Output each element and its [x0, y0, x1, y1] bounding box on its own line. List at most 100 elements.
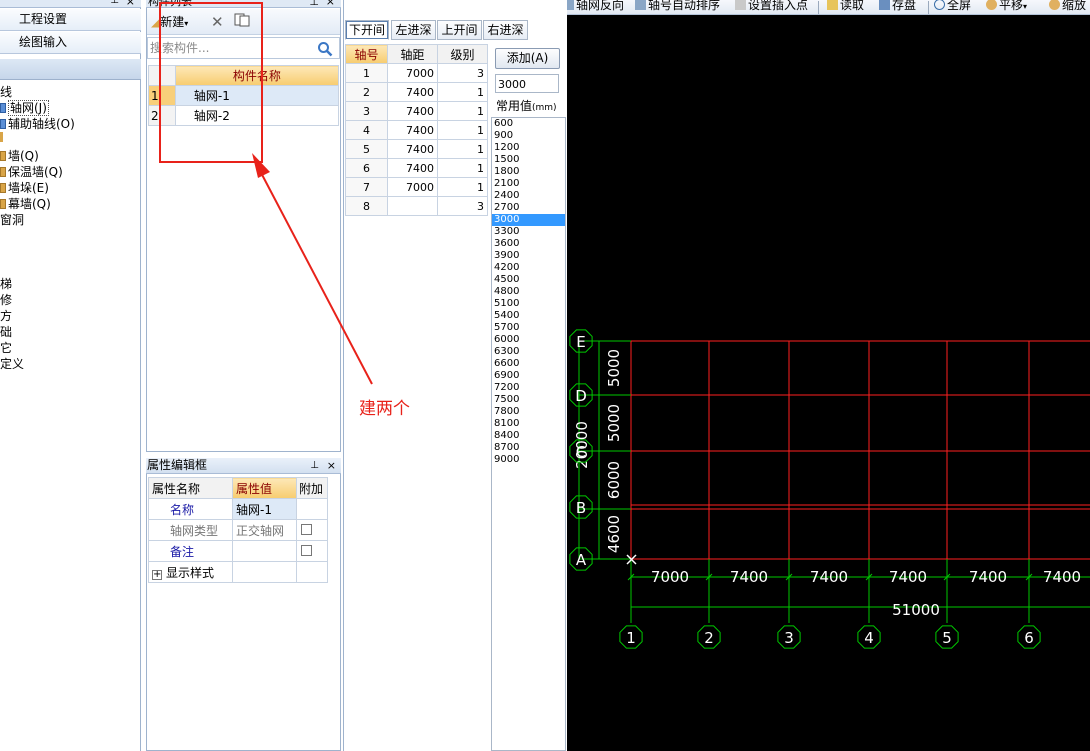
tab-left-depth[interactable]: 左进深 — [391, 20, 436, 40]
axis-no-cell[interactable]: 3 — [345, 101, 388, 121]
tree-item-wall[interactable]: 墙(Q) — [0, 148, 39, 164]
list-item[interactable]: 5100 — [492, 298, 565, 310]
list-item[interactable]: 8100 — [492, 418, 565, 430]
new-component-button[interactable]: ◢新建▾ — [151, 13, 188, 31]
copy-icon[interactable] — [234, 13, 250, 31]
checkbox[interactable] — [301, 524, 312, 535]
axis-no-cell[interactable]: 8 — [345, 196, 388, 216]
table-row[interactable]: 5 7400 1 — [345, 139, 488, 159]
tree-item-insulation-wall[interactable]: 保温墙(Q) — [0, 164, 63, 180]
list-item[interactable]: 7500 — [492, 394, 565, 406]
axis-level-cell[interactable]: 1 — [437, 177, 488, 197]
axis-distance-cell[interactable] — [387, 196, 438, 216]
axis-distance-cell[interactable]: 7400 — [387, 139, 438, 159]
table-row[interactable]: 83 — [345, 196, 488, 216]
list-item[interactable]: 1800 — [492, 166, 565, 178]
component-name-cell[interactable]: 轴网-1 — [174, 85, 340, 106]
axis-no-cell[interactable]: 7 — [345, 177, 388, 197]
list-item[interactable]: 2100 — [492, 178, 565, 190]
pin-icon[interactable]: ⊥ — [309, 0, 319, 7]
toolbar-auto-sort[interactable]: 轴号自动排序 — [635, 0, 720, 13]
axis-no-cell[interactable]: 4 — [345, 120, 388, 140]
table-row[interactable]: 名称 轴网-1 — [148, 498, 328, 520]
axis-distance-cell[interactable]: 7400 — [387, 158, 438, 178]
prop-value[interactable]: 轴网-1 — [232, 498, 297, 520]
tree-item-curtain-wall[interactable]: 幕墙(Q) — [0, 196, 51, 212]
list-item[interactable]: 8700 — [492, 442, 565, 454]
axis-level-cell[interactable]: 1 — [437, 82, 488, 102]
list-item[interactable]: 1500 — [492, 154, 565, 166]
list-item[interactable]: 5400 — [492, 310, 565, 322]
table-row[interactable]: 2 轴网-2 — [148, 105, 340, 126]
table-row[interactable]: 1 7000 3 — [345, 63, 488, 83]
table-row[interactable]: 3 7400 1 — [345, 101, 488, 121]
list-item[interactable]: 5700 — [492, 322, 565, 334]
axis-distance-cell[interactable]: 7400 — [387, 120, 438, 140]
list-item[interactable]: 2700 — [492, 202, 565, 214]
prop-value[interactable] — [232, 540, 297, 562]
list-item[interactable]: 4500 — [492, 274, 565, 286]
toolbar-set-insert-point[interactable]: 设置插入点 — [735, 0, 808, 13]
toolbar-zoom[interactable]: 缩放 — [1049, 0, 1086, 13]
toolbar-save[interactable]: 存盘 — [879, 0, 916, 13]
table-row[interactable]: + 显示样式 — [148, 561, 328, 583]
list-item[interactable]: 7800 — [492, 406, 565, 418]
list-item[interactable]: 6600 — [492, 358, 565, 370]
table-row[interactable]: 7 7000 1 — [345, 177, 488, 197]
close-icon[interactable]: × — [126, 0, 135, 8]
tab-right-depth[interactable]: 右进深 — [483, 20, 528, 40]
common-values-list[interactable]: 600 900 1200 1500 1800 2100 2400 2700 3000 3300 36… — [491, 117, 566, 751]
list-item[interactable]: 900 — [492, 130, 565, 142]
tree-item-axis-grid[interactable]: 轴网(J) — [0, 100, 49, 116]
list-item[interactable]: 7200 — [492, 382, 565, 394]
axis-distance-cell[interactable]: 7400 — [387, 82, 438, 102]
nav-item-drawing-input[interactable]: 绘图输入 — [0, 32, 141, 54]
axis-level-cell[interactable]: 1 — [437, 120, 488, 140]
spacing-input-box[interactable] — [495, 74, 559, 93]
tab-bottom-bay[interactable]: 下开间 — [345, 20, 389, 40]
add-axis-button[interactable]: 添加(A) — [495, 48, 560, 69]
tree-item-decoration[interactable]: 修 — [0, 292, 12, 308]
list-item[interactable]: 9000 — [492, 454, 565, 466]
axis-no-cell[interactable]: 1 — [345, 63, 388, 83]
component-search-input[interactable] — [150, 40, 310, 56]
axis-level-cell[interactable]: 1 — [437, 139, 488, 159]
delete-icon[interactable]: ✕ — [211, 13, 224, 31]
list-item[interactable]: 6000 — [492, 334, 565, 346]
axis-level-cell[interactable]: 3 — [437, 196, 488, 216]
axis-level-cell[interactable]: 1 — [437, 158, 488, 178]
list-item[interactable]: 4200 — [492, 262, 565, 274]
axis-distance-cell[interactable]: 7000 — [387, 63, 438, 83]
tree-item-custom[interactable]: 定义 — [0, 356, 24, 372]
close-icon[interactable]: × — [326, 0, 335, 7]
table-row[interactable]: 6 7400 1 — [345, 158, 488, 178]
table-row[interactable]: 4 7400 1 — [345, 120, 488, 140]
tree-item-stairs[interactable]: 梯 — [0, 276, 12, 292]
axis-no-cell[interactable]: 6 — [345, 158, 388, 178]
axis-level-cell[interactable]: 1 — [437, 101, 488, 121]
drawing-canvas[interactable]: 7000 7400 7400 7400 7400 7400 51000 5000 5000 600… — [567, 15, 1090, 751]
table-row[interactable]: 备注 — [148, 540, 328, 562]
tree-item-other[interactable]: 它 — [0, 340, 12, 356]
tree-item-foundation[interactable]: 础 — [0, 324, 12, 340]
tab-top-bay[interactable]: 上开间 — [437, 20, 482, 40]
tree-item-wall-pier[interactable]: 墙垛(E) — [0, 180, 49, 196]
pin-icon[interactable]: ⊥ — [110, 0, 119, 6]
close-icon[interactable]: × — [327, 458, 336, 473]
nav-item-project-settings[interactable]: 工程设置 — [0, 9, 141, 31]
checkbox[interactable] — [301, 545, 312, 556]
axis-level-cell[interactable]: 3 — [437, 63, 488, 83]
tree-item-window-opening[interactable]: 窗洞 — [0, 212, 24, 228]
list-item[interactable]: 8400 — [492, 430, 565, 442]
list-item[interactable]: 2400 — [492, 190, 565, 202]
list-item[interactable]: 6300 — [492, 346, 565, 358]
component-search-box[interactable] — [147, 37, 340, 59]
list-item[interactable]: 3900 — [492, 250, 565, 262]
spacing-input[interactable] — [496, 76, 556, 92]
expand-icon[interactable]: + — [152, 569, 162, 580]
list-item[interactable]: 3000 — [492, 214, 565, 226]
list-item[interactable]: 600 — [492, 118, 565, 130]
toolbar-pan[interactable]: 平移▾ — [986, 0, 1027, 13]
list-item[interactable]: 6900 — [492, 370, 565, 382]
table-row[interactable]: 2 7400 1 — [345, 82, 488, 102]
